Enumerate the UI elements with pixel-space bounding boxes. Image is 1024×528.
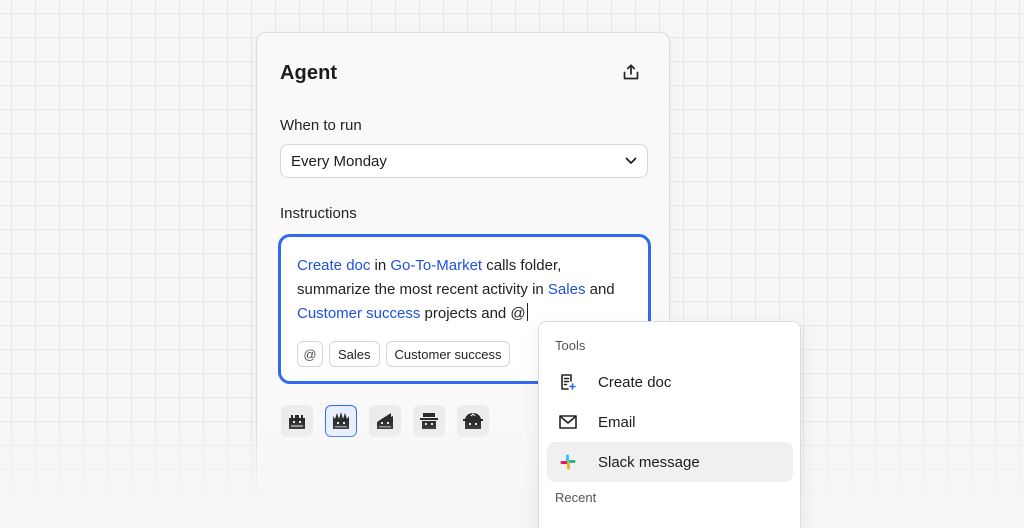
dropdown-item-label: Create doc bbox=[598, 373, 672, 391]
mention-customer-success[interactable]: Customer success bbox=[297, 305, 420, 322]
dropdown-item-label: Email bbox=[598, 413, 636, 431]
context-chips: @ Sales Customer success bbox=[297, 341, 511, 367]
model-selector bbox=[281, 405, 489, 437]
chip-customer-success[interactable]: Customer success bbox=[385, 341, 511, 367]
when-to-run-label: When to run bbox=[280, 117, 362, 134]
mention-chip[interactable]: @ bbox=[297, 341, 323, 367]
text-caret bbox=[526, 303, 528, 321]
dropdown-item-email[interactable]: Email bbox=[547, 402, 793, 442]
panel-title: Agent bbox=[280, 62, 338, 84]
chip-sales[interactable]: Sales bbox=[329, 341, 380, 367]
chevron-down-icon bbox=[625, 157, 637, 165]
crown-face-icon bbox=[289, 415, 305, 429]
instructions-label: Instructions bbox=[280, 205, 357, 222]
create-doc-icon bbox=[558, 372, 578, 392]
instructions-text-part: in bbox=[370, 257, 391, 274]
instructions-text-part: and bbox=[585, 281, 615, 298]
mention-go-to-market[interactable]: Go-To-Market bbox=[390, 257, 482, 274]
instructions-text-part: projects and @ bbox=[420, 305, 526, 322]
model-option-5[interactable] bbox=[457, 405, 489, 437]
share-button[interactable] bbox=[617, 60, 645, 88]
schedule-select[interactable]: Every Monday bbox=[280, 144, 648, 178]
tools-heading: Tools bbox=[555, 338, 586, 353]
slack-icon bbox=[558, 452, 578, 472]
hat-face-icon bbox=[420, 413, 438, 429]
model-option-2[interactable] bbox=[325, 405, 357, 437]
mention-create-doc[interactable]: Create doc bbox=[297, 257, 370, 274]
spiky-face-icon bbox=[333, 412, 349, 429]
dome-face-icon bbox=[463, 413, 483, 429]
schedule-value: Every Monday bbox=[291, 152, 387, 170]
recent-heading: Recent bbox=[555, 490, 597, 505]
model-option-4[interactable] bbox=[413, 405, 445, 437]
model-option-3[interactable] bbox=[369, 405, 401, 437]
mention-sales[interactable]: Sales bbox=[548, 281, 586, 298]
wing-face-icon bbox=[377, 413, 393, 429]
email-icon bbox=[558, 412, 578, 432]
dropdown-item-label: Slack message bbox=[598, 453, 700, 471]
share-icon bbox=[622, 63, 640, 86]
instructions-text: Create doc in Go-To-Market calls folder,… bbox=[297, 254, 632, 326]
dropdown-item-create-doc[interactable]: Create doc bbox=[547, 362, 793, 402]
dropdown-item-slack-message[interactable]: Slack message bbox=[547, 442, 793, 482]
mention-dropdown: Tools Create doc Email Slack message Rec… bbox=[538, 321, 801, 528]
model-option-1[interactable] bbox=[281, 405, 313, 437]
